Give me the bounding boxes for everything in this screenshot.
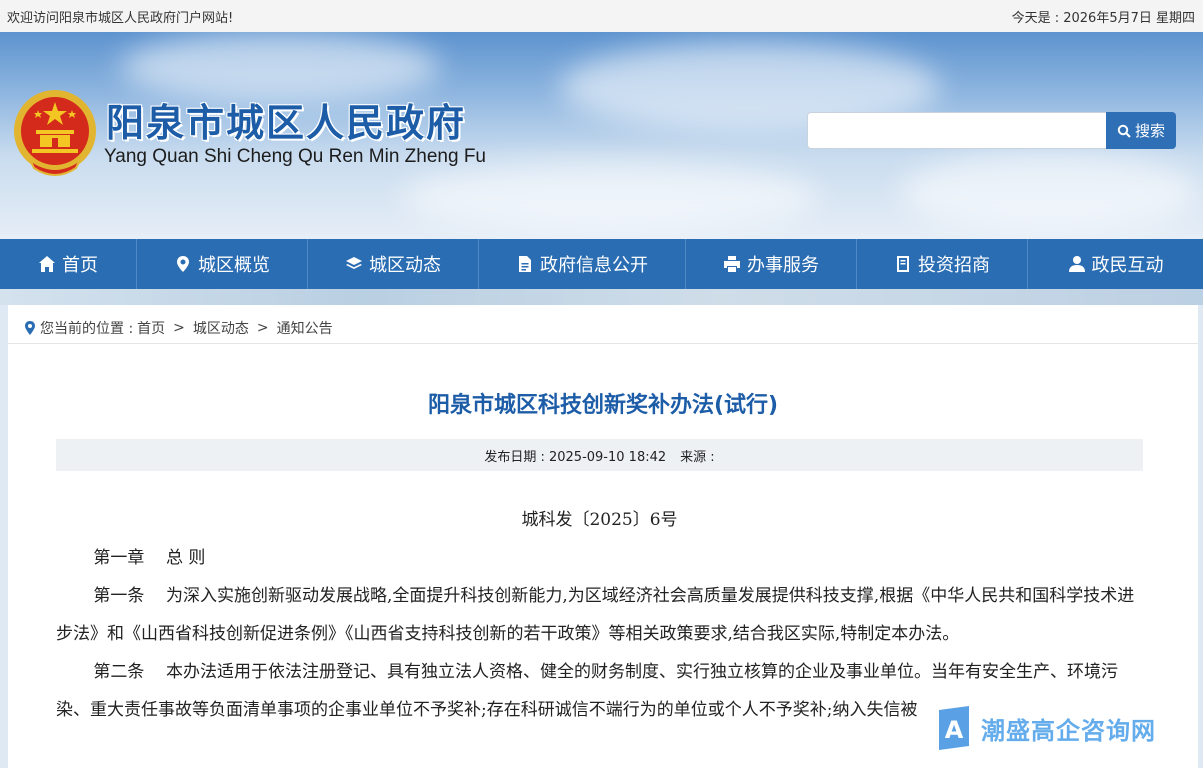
watermark-text: 潮盛高企咨询网: [981, 715, 1156, 745]
home-icon: [39, 256, 55, 272]
nav-item-services[interactable]: 办事服务: [686, 239, 857, 289]
article-title: 阳泉市城区科技创新奖补办法(试行): [427, 393, 779, 418]
ledger-icon: [897, 256, 909, 272]
nav-item-news[interactable]: 城区动态: [308, 239, 479, 289]
breadcrumb-separator: >: [256, 320, 269, 336]
nav-item-label: 政府信息公开: [540, 255, 648, 276]
nav-item-overview[interactable]: 城区概览: [137, 239, 308, 289]
breadcrumb-prefix: 您当前的位置 :: [40, 321, 134, 337]
watermark: A 潮盛高企咨询网: [935, 706, 1156, 750]
document-number: 城科发〔2025〕6号: [521, 510, 678, 530]
search-input[interactable]: [807, 112, 1107, 149]
search-button-label: 搜索: [1134, 122, 1165, 140]
search-button[interactable]: 搜索: [1106, 112, 1176, 149]
decorative-strip: [0, 289, 1203, 305]
nav-item-label: 城区概览: [198, 255, 270, 276]
site-subtitle: Yang Quan Shi Cheng Qu Ren Min Zheng Fu: [104, 146, 486, 167]
nav-item-label: 办事服务: [747, 255, 819, 276]
watermark-logo-icon: A: [939, 706, 969, 750]
nav-item-label: 城区动态: [369, 255, 441, 276]
location-pin-icon: [177, 256, 189, 272]
nav-item-interaction[interactable]: 政民互动: [1028, 239, 1203, 289]
national-emblem-icon: [14, 90, 96, 176]
top-bar: 欢迎访问阳泉市城区人民政府门户网站! 今天是 : 2026年5月7日 星期四: [0, 0, 1203, 32]
breadcrumb-news-link[interactable]: 城区动态: [193, 318, 249, 338]
article-meta: 发布日期 : 2025-09-10 18:42 来源 :: [56, 439, 1143, 471]
nav-item-home[interactable]: 首页: [0, 239, 137, 289]
welcome-text: 欢迎访问阳泉市城区人民政府门户网站!: [7, 11, 234, 26]
header-banner: 阳泉市城区人民政府 Yang Quan Shi Cheng Qu Ren Min…: [0, 32, 1203, 239]
location-pin-icon: [25, 321, 35, 335]
layers-icon: [346, 257, 362, 269]
publish-date: 发布日期 : 2025-09-10 18:42: [484, 449, 667, 465]
chapter-heading: 第一章 总 则: [93, 548, 206, 568]
nav-item-label: 政民互动: [1091, 255, 1164, 276]
site-title: 阳泉市城区人民政府: [106, 100, 467, 145]
source-label: 来源 :: [680, 449, 715, 465]
breadcrumb-notices-link[interactable]: 通知公告: [277, 318, 333, 338]
svg-text:A: A: [945, 716, 964, 744]
nav-item-gov-info[interactable]: 政府信息公开: [479, 239, 686, 289]
breadcrumb-separator: >: [173, 320, 185, 336]
user-icon: [1068, 256, 1085, 272]
document-icon: [519, 256, 531, 272]
nav-item-investment[interactable]: 投资招商: [857, 239, 1028, 289]
breadcrumb: 您当前的位置 : 首页 > 城区动态 > 通知公告: [24, 318, 333, 338]
article-paragraph: 第一条 为深入实施创新驱动发展战略,全面提升科技创新能力,为区域经济社会高质量发…: [56, 586, 1135, 644]
divider: [8, 343, 1198, 344]
nav-item-label: 投资招商: [918, 255, 990, 276]
search-icon: [1117, 124, 1131, 138]
breadcrumb-home-link[interactable]: 首页: [137, 318, 165, 338]
article-body: 城科发〔2025〕6号 第一章 总 则 第一条 为深入实施创新驱动发展战略,全面…: [56, 501, 1143, 729]
nav-item-label: 首页: [62, 255, 98, 276]
printer-icon: [724, 256, 740, 272]
date-text: 今天是 : 2026年5月7日 星期四: [1011, 11, 1195, 26]
content-panel: 您当前的位置 : 首页 > 城区动态 > 通知公告 阳泉市城区科技创新奖补办法(…: [8, 305, 1198, 768]
main-nav: 首页 城区概览 城区动态 政府信息公开 办事服务 投资招商 政民互动: [0, 239, 1203, 289]
